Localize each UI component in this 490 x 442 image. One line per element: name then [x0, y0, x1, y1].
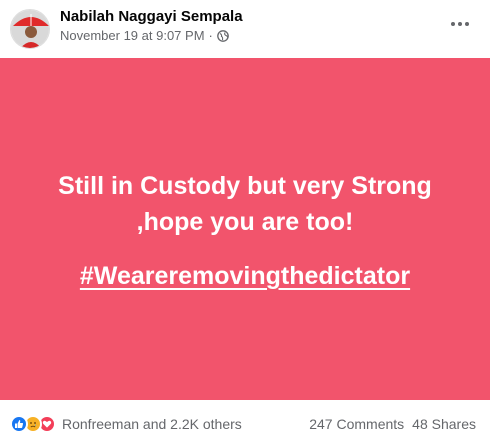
- post-text-line-2: ,hope you are too!: [136, 208, 354, 236]
- engagement-counts: 247 Comments 48 Shares: [309, 416, 476, 432]
- author-avatar[interactable]: [10, 9, 50, 49]
- post-footer: Ronfreeman and 2.2K others 247 Comments …: [0, 405, 490, 442]
- more-options-button[interactable]: [444, 10, 476, 38]
- post-meta: November 19 at 9:07 PM ·: [60, 28, 229, 43]
- meta-separator: ·: [208, 28, 213, 43]
- post-text: Still in Custody but very Strong ,hope y…: [10, 168, 480, 240]
- post-text-line-1: Still in Custody but very Strong: [58, 172, 432, 200]
- post-header: Nabilah Naggayi Sempala November 19 at 9…: [0, 0, 490, 58]
- comments-count[interactable]: 247 Comments: [309, 416, 404, 432]
- shares-count[interactable]: 48 Shares: [412, 416, 476, 432]
- facebook-post: Nabilah Naggayi Sempala November 19 at 9…: [0, 0, 490, 442]
- reaction-icons[interactable]: [10, 414, 56, 433]
- author-name[interactable]: Nabilah Naggayi Sempala: [60, 8, 243, 25]
- hashtag-container: #Weareremovingthedictator: [10, 259, 480, 293]
- like-icon: [10, 414, 28, 433]
- globe-icon[interactable]: [217, 29, 229, 42]
- post-timestamp[interactable]: November 19 at 9:07 PM: [60, 28, 205, 43]
- hashtag-link[interactable]: #Weareremovingthedictator: [80, 262, 410, 290]
- post-colored-background: Still in Custody but very Strong ,hope y…: [0, 58, 490, 400]
- reactors-text[interactable]: Ronfreeman and 2.2K others: [62, 416, 242, 432]
- more-options-icon: [451, 22, 455, 26]
